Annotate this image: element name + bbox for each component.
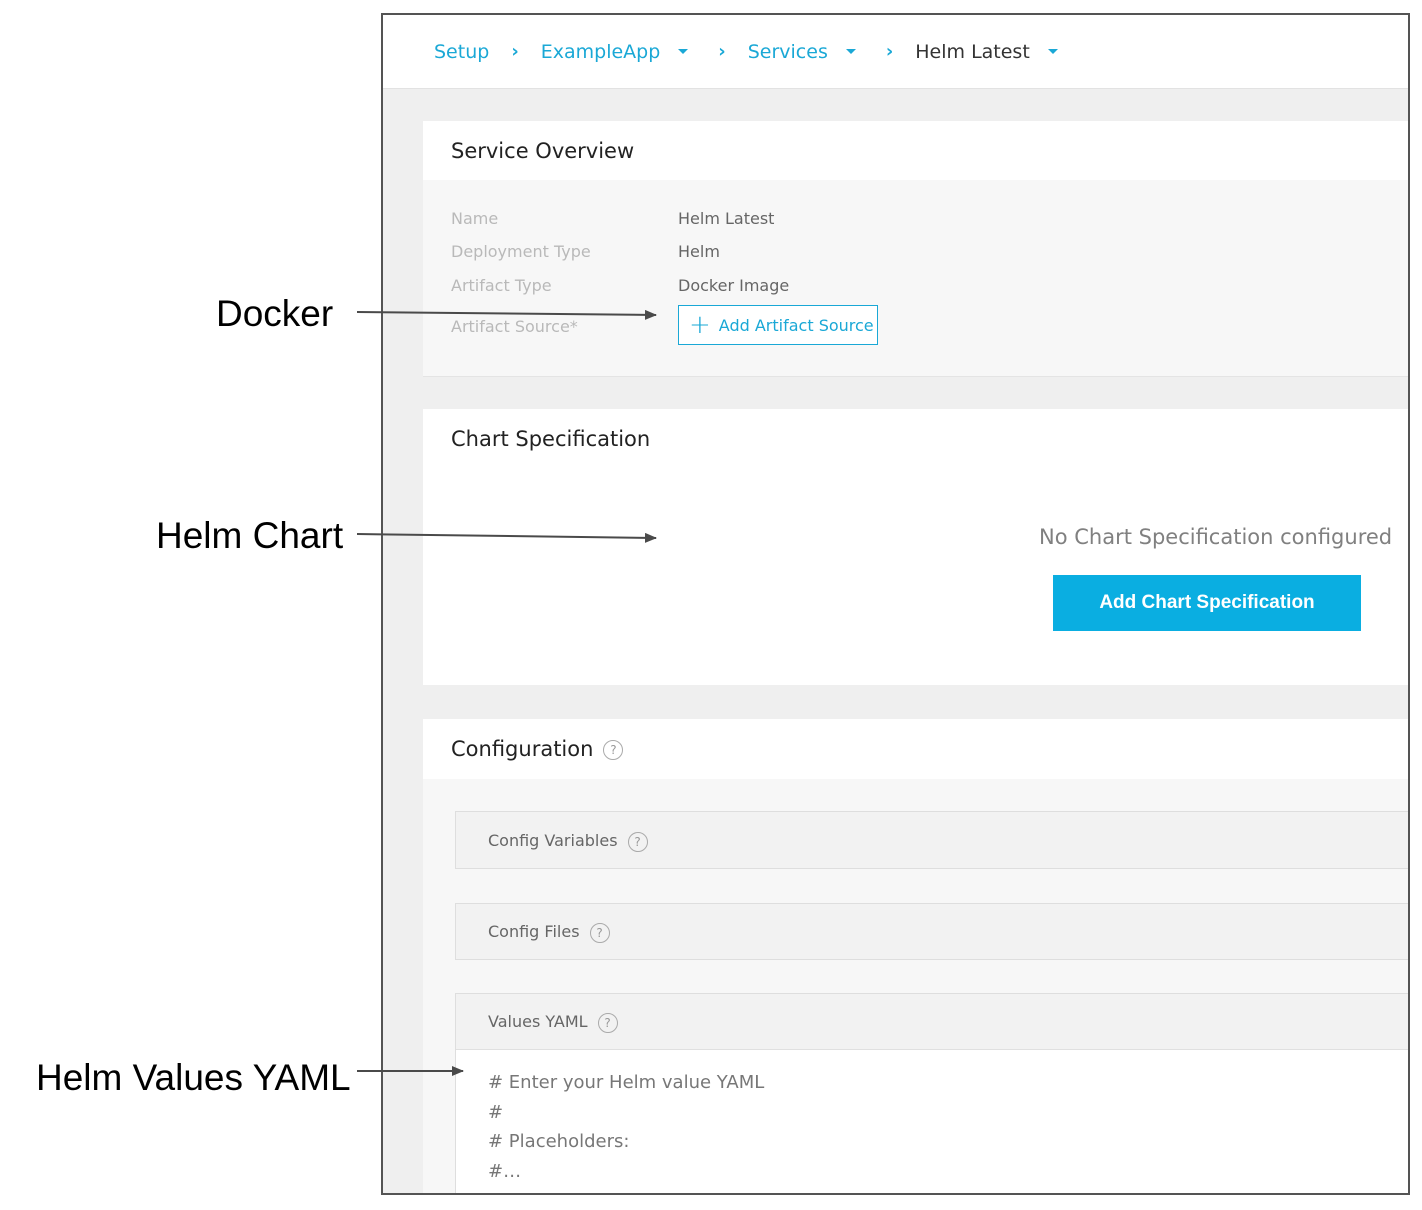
chevron-right-icon: ›: [885, 41, 894, 62]
artifact-type-label: Artifact Type: [451, 276, 552, 295]
section-label: Config Variables?: [488, 831, 648, 852]
artifact-source-label: Artifact Source*: [451, 317, 578, 336]
service-overview-panel: Service Overview Name Helm Latest Deploy…: [423, 121, 1408, 377]
configuration-panel: Configuration? Config Variables? Config …: [423, 719, 1408, 1193]
chevron-down-icon[interactable]: [1047, 49, 1058, 54]
config-variables-label: Config Variables: [488, 831, 618, 850]
section-label: Values YAML?: [488, 1012, 618, 1033]
yaml-line: #…: [488, 1160, 522, 1182]
values-yaml-label: Values YAML: [488, 1012, 588, 1031]
panel-title: Service Overview: [451, 139, 635, 163]
chevron-down-icon[interactable]: [845, 49, 856, 54]
config-variables-section[interactable]: Config Variables?: [455, 811, 1408, 869]
breadcrumb-services[interactable]: Services: [748, 41, 828, 63]
callout-docker: Docker: [216, 293, 334, 334]
name-value: Helm Latest: [678, 209, 775, 228]
callout-helm-values-yaml: Helm Values YAML: [36, 1057, 351, 1098]
add-artifact-source-label: Add Artifact Source: [718, 315, 874, 335]
chevron-right-icon: ›: [718, 41, 726, 62]
app-window: Setup › ExampleApp › Services › Helm Lat…: [381, 13, 1410, 1195]
help-icon[interactable]: ?: [627, 831, 648, 852]
panel-title: Configuration?: [451, 737, 624, 761]
chevron-right-icon: ›: [511, 41, 519, 62]
chart-specification-panel: Chart Specification No Chart Specificati…: [423, 409, 1408, 685]
name-label: Name: [451, 209, 499, 228]
config-files-label: Config Files: [488, 922, 580, 941]
yaml-line: # Enter your Helm value YAML: [488, 1072, 765, 1093]
help-icon[interactable]: ?: [589, 922, 610, 943]
plus-icon: +: [689, 310, 711, 340]
values-yaml-editor[interactable]: # Enter your Helm value YAML # # Placeho…: [456, 1049, 1408, 1193]
breadcrumb: Setup › ExampleApp › Services › Helm Lat…: [383, 15, 1408, 89]
help-icon[interactable]: ?: [603, 740, 624, 760]
deployment-type-label: Deployment Type: [451, 242, 591, 261]
yaml-line: # Placeholders:: [488, 1131, 630, 1152]
configuration-title: Configuration: [451, 737, 594, 761]
panel-title: Chart Specification: [451, 427, 651, 451]
add-artifact-source-button[interactable]: + Add Artifact Source: [678, 305, 878, 345]
artifact-type-value: Docker Image: [678, 276, 790, 295]
chevron-down-icon[interactable]: [678, 49, 689, 54]
deployment-type-value: Helm: [678, 242, 720, 261]
breadcrumb-setup[interactable]: Setup: [434, 41, 489, 63]
yaml-line: #: [488, 1101, 504, 1123]
section-label: Config Files?: [488, 922, 610, 943]
add-chart-specification-button[interactable]: Add Chart Specification: [1053, 575, 1361, 631]
callout-helm-chart: Helm Chart: [156, 515, 344, 556]
help-icon[interactable]: ?: [597, 1012, 618, 1033]
breadcrumb-current: Helm Latest: [915, 40, 1030, 63]
values-yaml-section: Values YAML? # Enter your Helm value YAM…: [455, 993, 1408, 1193]
breadcrumb-app[interactable]: ExampleApp: [541, 41, 661, 63]
empty-state-text: No Chart Specification configured: [1039, 525, 1393, 549]
config-files-section[interactable]: Config Files?: [455, 903, 1408, 960]
